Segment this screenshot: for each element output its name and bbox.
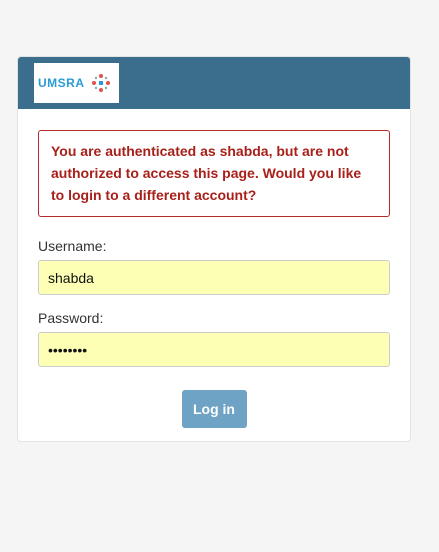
card-header: UMSRA [18, 57, 410, 109]
username-label: Username: [38, 238, 107, 254]
card-body: You are authenticated as shabda, but are… [18, 109, 410, 428]
logo-text: UMSRA [38, 76, 85, 90]
login-card: UMSRA You are authenticated as shabda, b… [17, 56, 411, 442]
logo: UMSRA [34, 63, 119, 103]
button-row: Log in [38, 390, 390, 428]
password-label: Password: [38, 310, 104, 326]
auth-error-alert: You are authenticated as shabda, but are… [38, 130, 390, 217]
logo-mark-icon [91, 74, 110, 92]
username-input[interactable] [38, 260, 390, 295]
password-input[interactable] [38, 332, 390, 367]
login-button[interactable]: Log in [181, 390, 247, 428]
